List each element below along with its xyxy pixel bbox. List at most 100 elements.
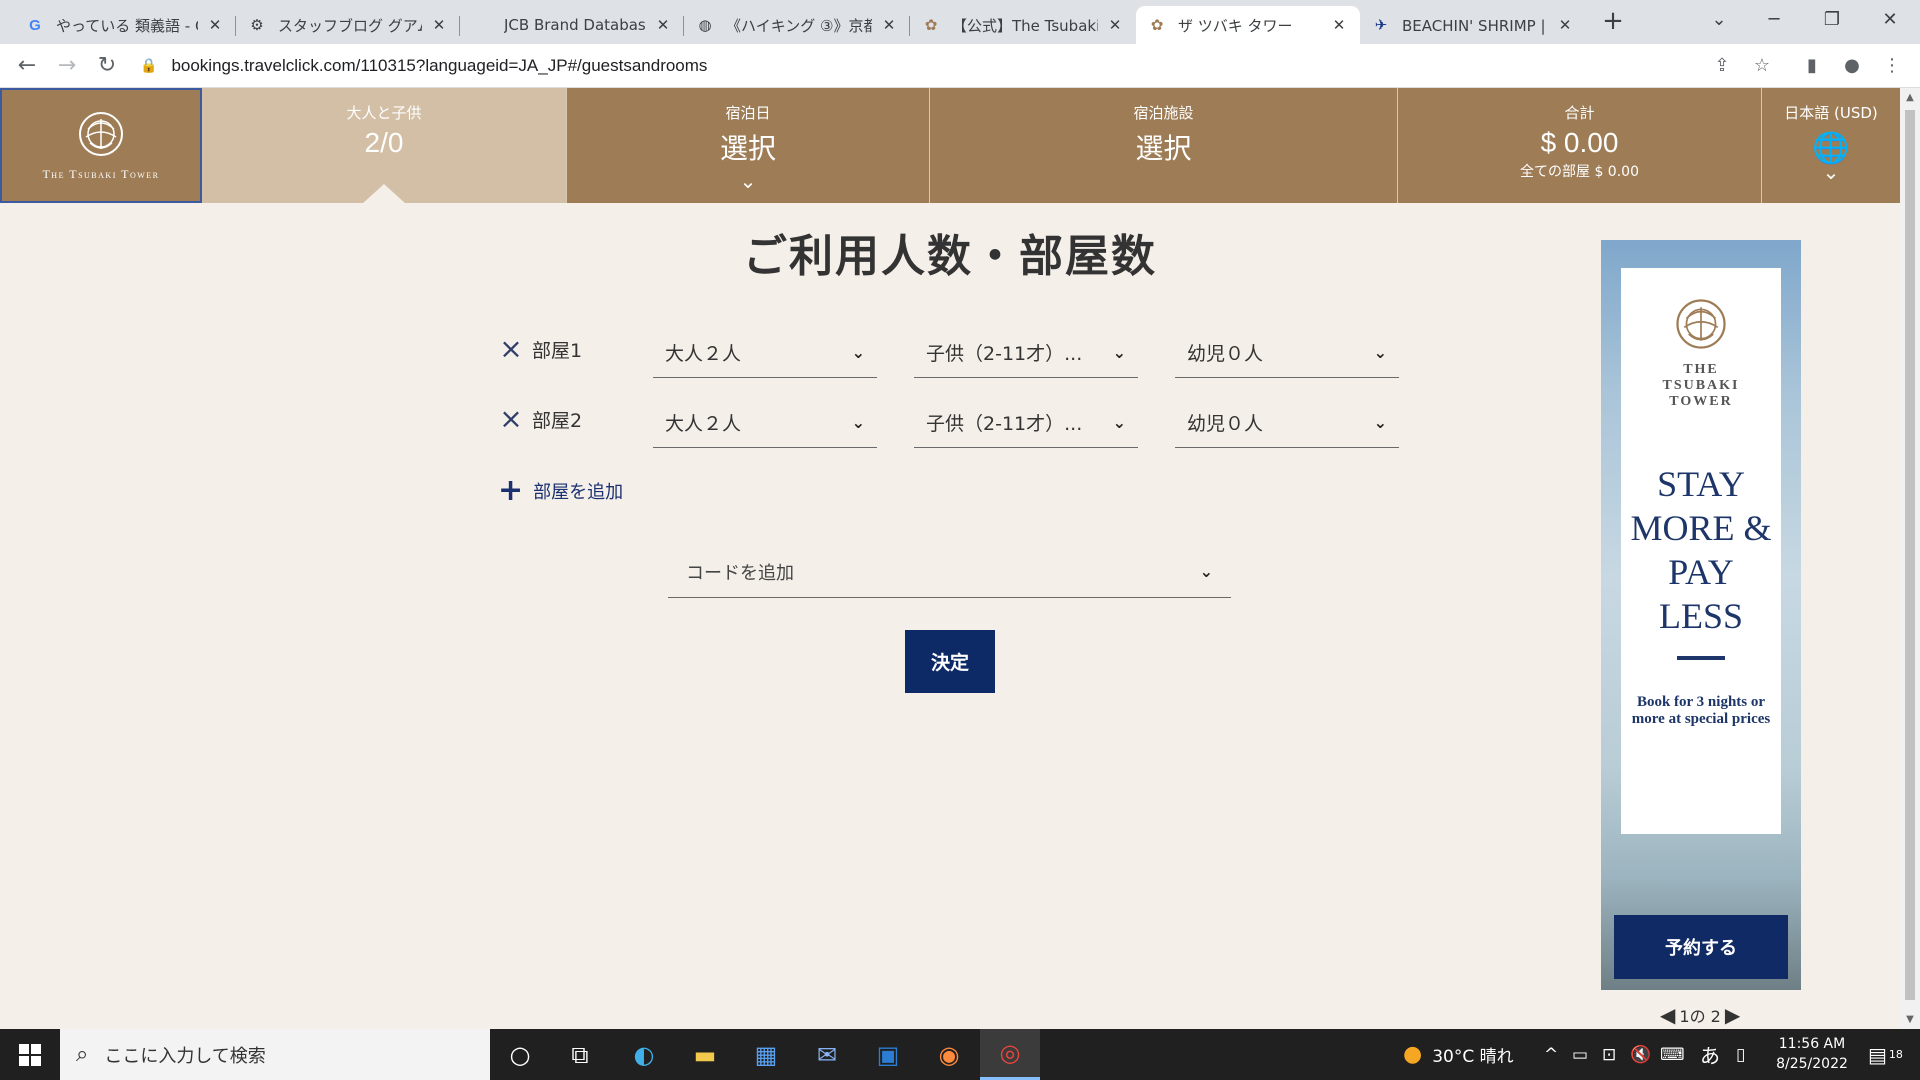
language-label: 日本語 (USD) — [1784, 104, 1878, 122]
browser-tab-1[interactable]: G やっている 類義語 - Goo ✕ — [14, 6, 236, 44]
vertical-scrollbar[interactable]: ▲ ▼ — [1900, 88, 1920, 1029]
active-section-pointer — [362, 184, 406, 204]
taskbar-search-field[interactable]: ⌕ ここに入力して検索 — [60, 1029, 490, 1080]
infants-select[interactable]: 幼児０人 ⌄ — [1175, 398, 1399, 448]
hotel-logo[interactable]: The Tsubaki Tower — [0, 88, 202, 203]
close-icon[interactable]: ✕ — [430, 16, 448, 34]
scroll-up-icon[interactable]: ▲ — [1900, 92, 1920, 103]
address-bar: ← → ↻ 🔒 bookings.travelclick.com/110315?… — [0, 44, 1920, 88]
total-label: 合計 — [1564, 104, 1595, 122]
adults-select[interactable]: 大人２人 ⌄ — [653, 398, 877, 448]
task-view-icon[interactable]: ⧉ — [550, 1029, 610, 1080]
store-icon[interactable]: ▦ — [736, 1029, 796, 1080]
notification-count: 18 — [1888, 1048, 1903, 1061]
firefox-icon[interactable]: ◉ — [919, 1029, 979, 1080]
file-explorer-icon[interactable]: ▬ — [675, 1029, 735, 1080]
forward-icon[interactable]: → — [52, 51, 82, 81]
ime-indicator[interactable]: あ — [1700, 1029, 1720, 1080]
reserve-button[interactable]: 予約する — [1614, 915, 1788, 979]
adults-select[interactable]: 大人２人 ⌄ — [653, 328, 877, 378]
edge-icon[interactable]: ◐ — [614, 1029, 674, 1080]
promo-headline: STAY MORE & PAY LESS — [1630, 464, 1772, 636]
scrollbar-thumb[interactable] — [1905, 110, 1915, 1000]
minimize-icon[interactable]: ─ — [1745, 0, 1803, 40]
system-clock[interactable]: 11:56 AM 8/25/2022 — [1768, 1034, 1856, 1074]
adults-value: 大人２人 — [665, 343, 742, 365]
total-section[interactable]: 合計 $ 0.00 全ての部屋 $ 0.00 — [1397, 88, 1761, 203]
mail-icon[interactable]: ✉ — [797, 1029, 857, 1080]
chevron-down-icon: ⌄ — [851, 413, 865, 432]
children-select[interactable]: 子供（2-11才）... ⌄ — [914, 328, 1138, 378]
browser-tab-3[interactable]: JCB Brand Database ✕ — [460, 6, 684, 44]
new-tab-button[interactable]: + — [1598, 6, 1628, 36]
chevron-down-icon: ⌄ — [1373, 413, 1387, 432]
close-icon[interactable]: ✕ — [206, 16, 224, 34]
children-value: 子供（2-11才）... — [926, 343, 1083, 365]
promo-divider — [1677, 656, 1725, 660]
globe-icon: ◍ — [698, 16, 712, 34]
browser-tab-5[interactable]: ✿ 【公式】The Tsubaki To ✕ — [910, 6, 1136, 44]
windows-start-icon[interactable] — [0, 1029, 60, 1080]
reload-icon[interactable]: ↻ — [92, 51, 122, 81]
language-section[interactable]: 日本語 (USD) 🌐 ⌄ — [1761, 88, 1900, 203]
remove-room-close-icon[interactable]: × — [498, 405, 524, 433]
close-icon[interactable]: ✕ — [1556, 16, 1574, 34]
url-field[interactable]: 🔒 bookings.travelclick.com/110315?langua… — [140, 50, 1720, 82]
scroll-down-icon[interactable]: ▼ — [1900, 1014, 1920, 1025]
promo-code-dropdown[interactable]: コードを追加 ⌄ — [668, 546, 1231, 598]
tab-title: ザ ツバキ タワー — [1178, 16, 1293, 35]
tab-search-icon[interactable]: ⌄ — [1690, 0, 1748, 40]
window-close-icon[interactable]: ✕ — [1861, 0, 1919, 40]
cortana-icon[interactable]: ○ — [490, 1029, 550, 1080]
tsubaki-icon: ✿ — [1150, 16, 1164, 34]
network-icon[interactable]: ⊡ — [1602, 1029, 1616, 1080]
tab-title: JCB Brand Database — [504, 16, 646, 34]
volume-icon[interactable]: 🔇 — [1630, 1029, 1651, 1080]
browser-tab-6-active[interactable]: ✿ ザ ツバキ タワー ✕ — [1136, 6, 1360, 44]
menu-kebab-icon[interactable]: ⋮ — [1880, 54, 1904, 78]
browser-tab-4[interactable]: ◍ 《ハイキング ③》京都・修 ✕ — [684, 6, 910, 44]
weather-widget[interactable]: ● 30°C 晴れ — [1403, 1029, 1514, 1080]
outlook-icon[interactable]: ▣ — [858, 1029, 918, 1080]
plane-icon: ✈ — [1374, 16, 1388, 34]
chevron-down-icon: ⌄ — [1199, 562, 1213, 581]
tsubaki-logo-icon — [1676, 299, 1726, 349]
remove-room-close-icon[interactable]: × — [498, 335, 524, 363]
promo-banner[interactable]: THE TSUBAKI TOWER STAY MORE & PAY LESS B… — [1601, 240, 1801, 990]
bookmark-star-icon[interactable]: ☆ — [1750, 54, 1774, 78]
next-arrow-icon[interactable]: ▶ — [1725, 1003, 1740, 1027]
back-icon[interactable]: ← — [12, 51, 42, 81]
room-row: × 部屋2 大人２人 ⌄ 子供（2-11才）... ⌄ 幼児０人 ⌄ — [498, 398, 1399, 448]
close-icon[interactable]: ✕ — [1330, 16, 1348, 34]
dates-section[interactable]: 宿泊日 選択 ⌄ — [566, 88, 929, 203]
lock-icon[interactable]: 🔒 — [140, 58, 157, 74]
keyboard-icon[interactable]: ⌨ — [1660, 1029, 1685, 1080]
prev-arrow-icon[interactable]: ◀ — [1660, 1003, 1675, 1027]
infants-value: 幼児０人 — [1187, 343, 1264, 365]
infants-select[interactable]: 幼児０人 ⌄ — [1175, 328, 1399, 378]
side-panel-icon[interactable]: ▮ — [1800, 54, 1824, 78]
property-section[interactable]: 宿泊施設 選択 — [929, 88, 1397, 203]
chrome-icon[interactable]: ◎ — [980, 1029, 1040, 1080]
add-room-button[interactable]: + 部屋を追加 — [498, 476, 623, 506]
chevron-down-icon: ⌄ — [851, 343, 865, 362]
google-icon: G — [29, 16, 41, 34]
notification-icon[interactable]: ▤ 18 — [1868, 1029, 1903, 1080]
clock-time: 11:56 AM — [1778, 1036, 1846, 1052]
share-icon[interactable]: ⇪ — [1710, 54, 1734, 78]
sun-icon: ● — [1403, 1042, 1423, 1067]
browser-tab-7[interactable]: ✈ BEACHIN' SHRIMP | 瓦 ✕ — [1360, 6, 1586, 44]
tab-title: やっている 類義語 - Goo — [56, 16, 198, 35]
promo-code-label: コードを追加 — [686, 562, 794, 584]
close-icon[interactable]: ✕ — [654, 16, 672, 34]
close-icon[interactable]: ✕ — [880, 16, 898, 34]
tray-chevron-icon[interactable]: ^ — [1544, 1029, 1558, 1080]
children-select[interactable]: 子供（2-11才）... ⌄ — [914, 398, 1138, 448]
ime-mode-icon[interactable]: ▯ — [1736, 1029, 1745, 1080]
close-icon[interactable]: ✕ — [1106, 16, 1124, 34]
profile-avatar-icon[interactable]: ● — [1840, 54, 1864, 78]
browser-tab-2[interactable]: ⚙ スタッフブログ グアムで泊 ✕ — [236, 6, 460, 44]
battery-icon[interactable]: ▭ — [1572, 1029, 1588, 1080]
restore-icon[interactable]: ❐ — [1803, 0, 1861, 40]
submit-button[interactable]: 決定 — [905, 630, 995, 693]
